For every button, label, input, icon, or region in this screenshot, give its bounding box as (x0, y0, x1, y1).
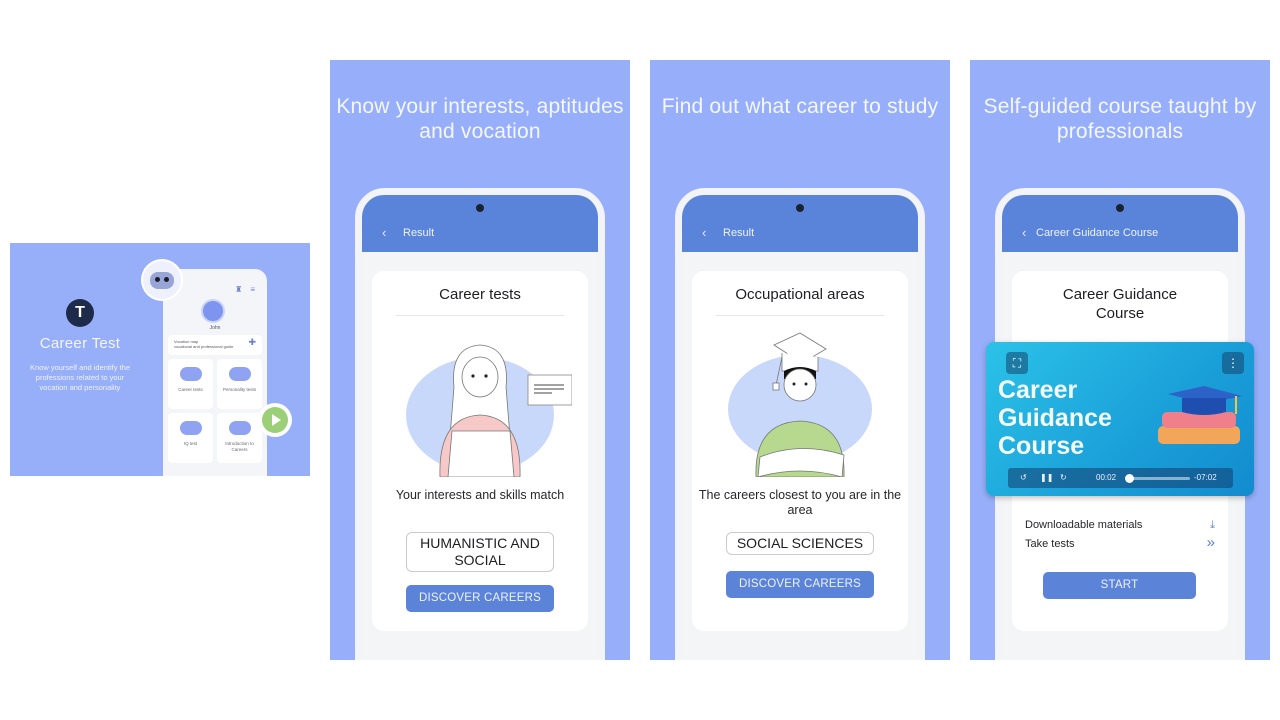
speech-bubble (527, 374, 572, 406)
camera-notch (796, 204, 804, 212)
user-name: John (209, 325, 221, 331)
books-graduation-cap-illustration (1158, 386, 1242, 444)
result-card: Occupational areas The careers closest t… (692, 271, 908, 631)
feature-title: Career Test (39, 335, 121, 352)
take-tests-row[interactable]: Take tests » (1025, 534, 1215, 551)
menu-icon: ≡ (250, 285, 255, 294)
start-button[interactable]: START (1043, 572, 1196, 599)
back-arrow-icon[interactable]: ‹ (1022, 225, 1026, 240)
face (783, 368, 817, 402)
fullscreen-icon[interactable]: ⛶ (1006, 352, 1028, 374)
row-label: Downloadable materials (1025, 519, 1143, 531)
more-options-icon[interactable]: ⋮ (1222, 352, 1244, 374)
divider (396, 315, 564, 316)
remaining-time: -07:02 (1194, 473, 1217, 482)
mini-phone-toolbar: ♜ ≡ (235, 285, 255, 294)
feature-graphic: T Career Test Know yourself and identify… (10, 243, 310, 476)
tile-career-tests: Career tests (168, 359, 213, 409)
app-bar: ‹ Result (682, 195, 918, 252)
double-chevron-right-icon[interactable]: » (1207, 534, 1215, 551)
avatar (201, 299, 225, 323)
forward-icon[interactable]: ↻ (1060, 473, 1067, 482)
result-label: Your interests and skills match (395, 488, 565, 502)
video-progress-track[interactable] (1124, 474, 1190, 483)
back-arrow-icon[interactable]: ‹ (702, 225, 706, 240)
app-logo-icon: T (66, 299, 94, 327)
phone-frame: ‹ Result Career tests Your interests and… (355, 188, 605, 660)
mini-phone-mockup: ♜ ≡ John Vocation map vocational and pro… (163, 269, 267, 476)
play-icon (262, 407, 288, 433)
camera-notch (476, 204, 484, 212)
tile-label: IQ test (183, 441, 198, 446)
app-bar-title: Career Guidance Course (1036, 227, 1159, 239)
elapsed-time: 00:02 (1096, 473, 1117, 482)
app-bar-title: Result (403, 227, 435, 239)
vocation-map-card: Vocation map vocational and professional… (168, 335, 262, 355)
mini-tiles-grid: Career tests Personality tests IQ test I… (168, 359, 262, 463)
briefcase-icon (229, 421, 251, 435)
row-label: Take tests (1025, 538, 1075, 550)
back-arrow-icon[interactable]: ‹ (382, 225, 386, 240)
screenshot-panel-career-tests: Know your interests, aptitudes and vocat… (330, 60, 630, 660)
tile-label: Career tests (178, 387, 203, 392)
app-bar-title: Result (723, 227, 755, 239)
rewind-icon[interactable]: ↺ (1020, 473, 1027, 482)
lightbulb-icon (180, 421, 202, 435)
medal-icon: ♜ (235, 285, 243, 294)
app-bar: ‹ Career Guidance Course (1002, 195, 1238, 252)
discover-careers-button[interactable]: DISCOVER CAREERS (726, 571, 874, 598)
tile-introduction-careers: Introduction to Careers (217, 413, 262, 463)
tile-iq-test: IQ test (168, 413, 213, 463)
result-label: The careers closest to you are in the ar… (698, 488, 902, 517)
tile-label: Introduction to Careers (225, 441, 254, 452)
play-video-button[interactable] (258, 403, 292, 437)
result-value: SOCIAL SCIENCES (726, 532, 874, 555)
card-title: Career Guidance Course (1062, 286, 1178, 322)
downloadable-materials-row[interactable]: Downloadable materials ⤓ (1025, 519, 1215, 531)
tile-label: Personality tests (222, 387, 256, 392)
graduate-illustration (728, 332, 872, 477)
screenshot-panel-guidance-course: Self-guided course taught by professiona… (970, 60, 1270, 660)
woman-laptop-illustration (406, 344, 572, 477)
card-title: Career tests (439, 286, 521, 303)
vocation-map-subtitle: vocational and professional guide (174, 344, 234, 349)
phone-frame: ‹ Result Occupational areas The careers … (675, 188, 925, 660)
divider (716, 315, 884, 316)
panel-headline: Know your interests, aptitudes and vocat… (336, 95, 624, 143)
video-controls: ↺ ❚❚ ↻ 00:02 -07:02 (1008, 468, 1233, 488)
video-player[interactable]: ⛶ ⋮ Career Guidance Course ↺ ❚❚ ↻ 00:02 … (986, 342, 1254, 496)
panel-headline: Find out what career to study (661, 95, 939, 118)
pause-icon[interactable]: ❚❚ (1040, 473, 1053, 482)
tile-personality-tests: Personality tests (217, 359, 262, 409)
discover-careers-button[interactable]: DISCOVER CAREERS (406, 585, 554, 612)
laptop (447, 430, 515, 477)
video-scrubber-handle[interactable] (1124, 474, 1134, 483)
card-title: Occupational areas (735, 286, 865, 303)
robot-face (150, 272, 174, 289)
screenshot-panel-occupational-areas: Find out what career to study ‹ Result O… (650, 60, 950, 660)
graduation-cap-icon (180, 367, 202, 381)
face (461, 356, 499, 398)
phone-screen: ‹ Result Career tests Your interests and… (362, 195, 598, 660)
feature-description: Know yourself and identify the professio… (29, 363, 131, 392)
app-bar: ‹ Result (362, 195, 598, 252)
result-card: Career tests Your interests and skills m… (372, 271, 588, 631)
download-icon[interactable]: ⤓ (1210, 519, 1215, 532)
robot-mascot-icon (143, 261, 181, 299)
result-value: HUMANISTIC AND SOCIAL (406, 532, 554, 572)
hands-icon (229, 367, 251, 381)
video-title: Career Guidance Course (998, 376, 1112, 460)
signpost-icon: ✚ (248, 337, 256, 347)
panel-headline: Self-guided course taught by professiona… (983, 95, 1257, 143)
camera-notch (1116, 204, 1124, 212)
phone-screen: ‹ Result Occupational areas The careers … (682, 195, 918, 660)
